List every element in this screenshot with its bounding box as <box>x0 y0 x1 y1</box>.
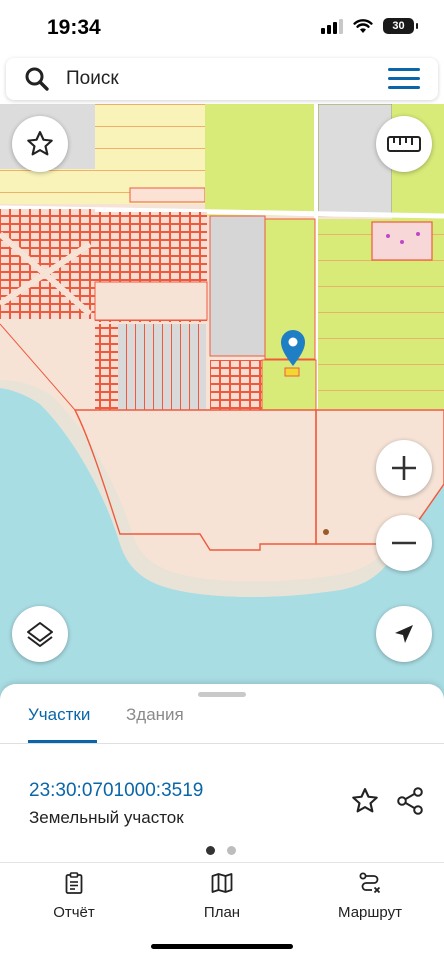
menu-icon[interactable] <box>388 68 420 90</box>
map-canvas[interactable] <box>0 104 444 704</box>
battery-icon: 30 <box>383 18 418 34</box>
parcel-type-label: Земельный участок <box>29 808 184 827</box>
search-input[interactable]: Поиск <box>66 68 119 90</box>
nav-report[interactable]: Отчёт <box>19 871 129 921</box>
favorite-button[interactable] <box>12 116 68 172</box>
minus-icon <box>392 541 416 545</box>
zoom-in-button[interactable] <box>376 440 432 496</box>
page-dot-1 <box>206 846 215 855</box>
page-dot-2 <box>227 846 236 855</box>
nav-report-label: Отчёт <box>53 904 95 921</box>
status-time: 19:34 <box>47 16 101 39</box>
star-icon <box>27 131 53 156</box>
map-view[interactable] <box>0 104 444 704</box>
page-indicator <box>206 846 236 855</box>
bookmark-star-icon[interactable] <box>350 786 380 816</box>
parcel-info-sheet[interactable]: Участки Здания 23:30:0701000:3519 Земель… <box>0 684 444 864</box>
home-indicator <box>151 944 293 949</box>
search-icon <box>25 67 49 91</box>
nav-route-label: Маршрут <box>338 904 402 921</box>
sheet-tabs: Участки Здания <box>0 704 444 744</box>
nav-route[interactable]: Маршрут <box>315 871 425 921</box>
status-icons: 30 <box>321 18 418 34</box>
tab-parcels[interactable]: Участки <box>28 704 90 744</box>
location-arrow-icon <box>395 625 413 643</box>
cellular-signal-icon <box>321 18 343 34</box>
screen: 19:34 30 Поиск Участки Здания 23:30:0701… <box>0 0 444 960</box>
route-icon <box>359 872 381 894</box>
share-icon[interactable] <box>396 786 424 816</box>
search-bar[interactable]: Поиск <box>6 58 438 100</box>
ruler-button[interactable] <box>376 116 432 172</box>
sheet-drag-handle[interactable] <box>198 692 246 697</box>
zoom-out-button[interactable] <box>376 515 432 571</box>
wifi-icon <box>353 19 373 33</box>
tab-buildings[interactable]: Здания <box>126 704 184 744</box>
layers-button[interactable] <box>12 606 68 662</box>
plus-icon <box>392 456 416 480</box>
layers-icon <box>27 622 53 647</box>
status-bar: 19:34 30 <box>0 0 444 58</box>
cadastral-number-link[interactable]: 23:30:0701000:3519 <box>29 780 203 802</box>
my-location-button[interactable] <box>376 606 432 662</box>
report-clipboard-icon <box>65 872 83 894</box>
nav-plan-label: План <box>203 904 241 921</box>
active-tab-indicator <box>28 740 97 743</box>
ruler-icon <box>387 136 421 152</box>
nav-plan[interactable]: План <box>167 871 277 921</box>
map-plan-icon <box>211 873 233 893</box>
